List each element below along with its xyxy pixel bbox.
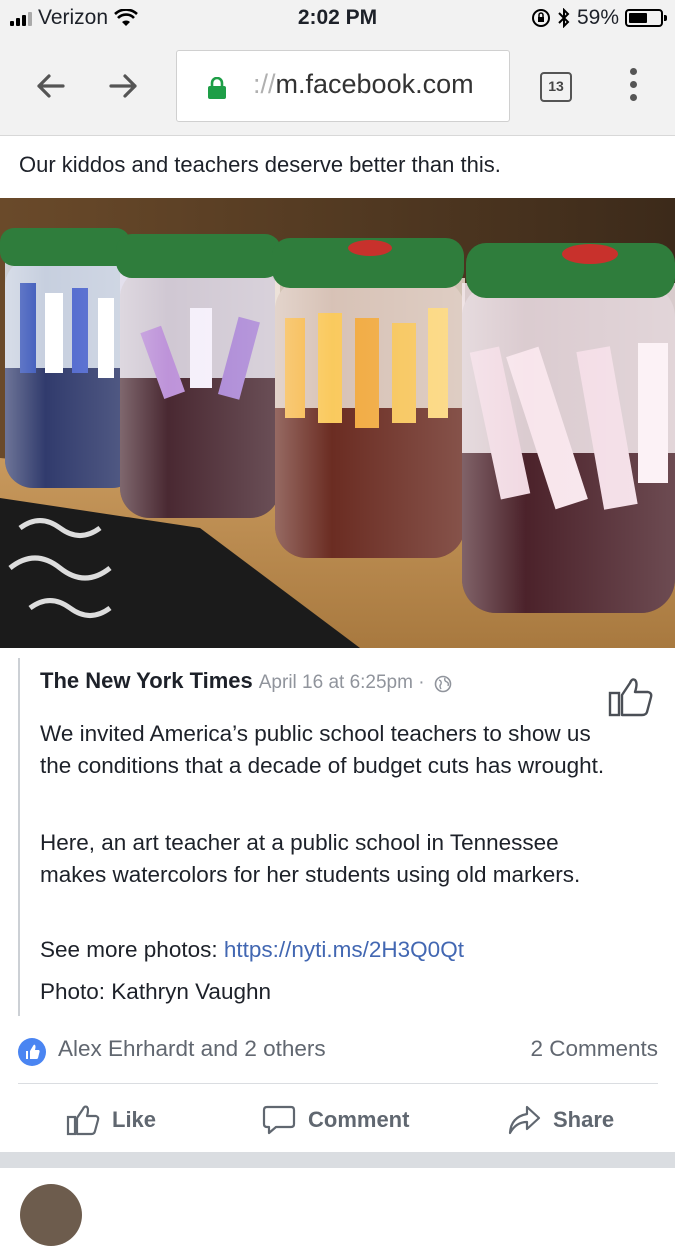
actions-divider (18, 1083, 658, 1084)
share-icon (508, 1105, 541, 1135)
globe-icon (434, 675, 452, 693)
share-button[interactable]: Share (507, 1098, 614, 1142)
url-text: ://m.facebook.com (253, 69, 474, 100)
comments-count[interactable]: 2 Comments (530, 1036, 658, 1062)
post-actions: Like Comment Share (0, 1098, 675, 1142)
lock-icon (208, 77, 226, 99)
reactions-bar: Alex Ehrhardt and 2 others 2 Comments (18, 1036, 658, 1068)
like-icon (66, 1105, 100, 1136)
status-right: 59% (531, 6, 667, 30)
post-date[interactable]: April 16 at 6:25pm · (259, 672, 430, 693)
tab-switcher-button[interactable]: 13 (540, 72, 572, 102)
reactions-names[interactable]: Alex Ehrhardt and 2 others (58, 1036, 326, 1062)
forward-arrow-icon[interactable] (105, 68, 141, 104)
battery-fill (629, 13, 647, 23)
like-label: Like (112, 1107, 157, 1132)
status-bar: Verizon 2:02 PM 59% (0, 0, 675, 38)
bluetooth-icon (558, 8, 570, 28)
shared-post[interactable]: The New York Times April 16 at 6:25pm · W… (18, 658, 653, 1016)
shared-source-line: The New York Times April 16 at 6:25pm · (40, 668, 452, 694)
avatar[interactable] (20, 1184, 82, 1246)
browser-toolbar: ://m.facebook.com 13 (0, 38, 675, 136)
url-host: m.facebook.com (275, 69, 474, 99)
see-more-link[interactable]: https://nyti.ms/2H3Q0Qt (224, 937, 464, 962)
comment-icon (262, 1105, 296, 1135)
see-more-label: See more photos: (40, 937, 224, 962)
address-bar[interactable]: ://m.facebook.com (176, 50, 510, 122)
photo-credit: Photo: Kathryn Vaughn (40, 979, 271, 1004)
battery-percent: 59% (576, 6, 619, 29)
feed-separator (0, 1152, 675, 1168)
marker-jars-image (0, 198, 675, 648)
see-more-line: See more photos: https://nyti.ms/2H3Q0Qt (40, 934, 610, 966)
post-text: Our kiddos and teachers deserve better t… (19, 152, 501, 177)
shared-paragraph-1: We invited America’s public school teach… (40, 721, 605, 778)
post-photo[interactable] (0, 198, 675, 648)
share-label: Share (553, 1107, 615, 1132)
url-scheme: :// (253, 69, 276, 99)
comment-label: Comment (308, 1107, 410, 1132)
comment-button[interactable]: Comment (262, 1098, 409, 1142)
source-name[interactable]: The New York Times (40, 668, 253, 693)
like-button[interactable]: Like (66, 1098, 156, 1142)
back-arrow-icon[interactable] (33, 68, 69, 104)
more-vert-icon[interactable] (630, 68, 638, 107)
battery-icon (625, 9, 667, 27)
rotation-lock-icon (531, 9, 550, 27)
thumbs-up-icon[interactable] (608, 676, 654, 718)
shared-paragraph-2: Here, an art teacher at a public school … (40, 830, 581, 887)
like-reaction-icon[interactable] (18, 1038, 46, 1066)
